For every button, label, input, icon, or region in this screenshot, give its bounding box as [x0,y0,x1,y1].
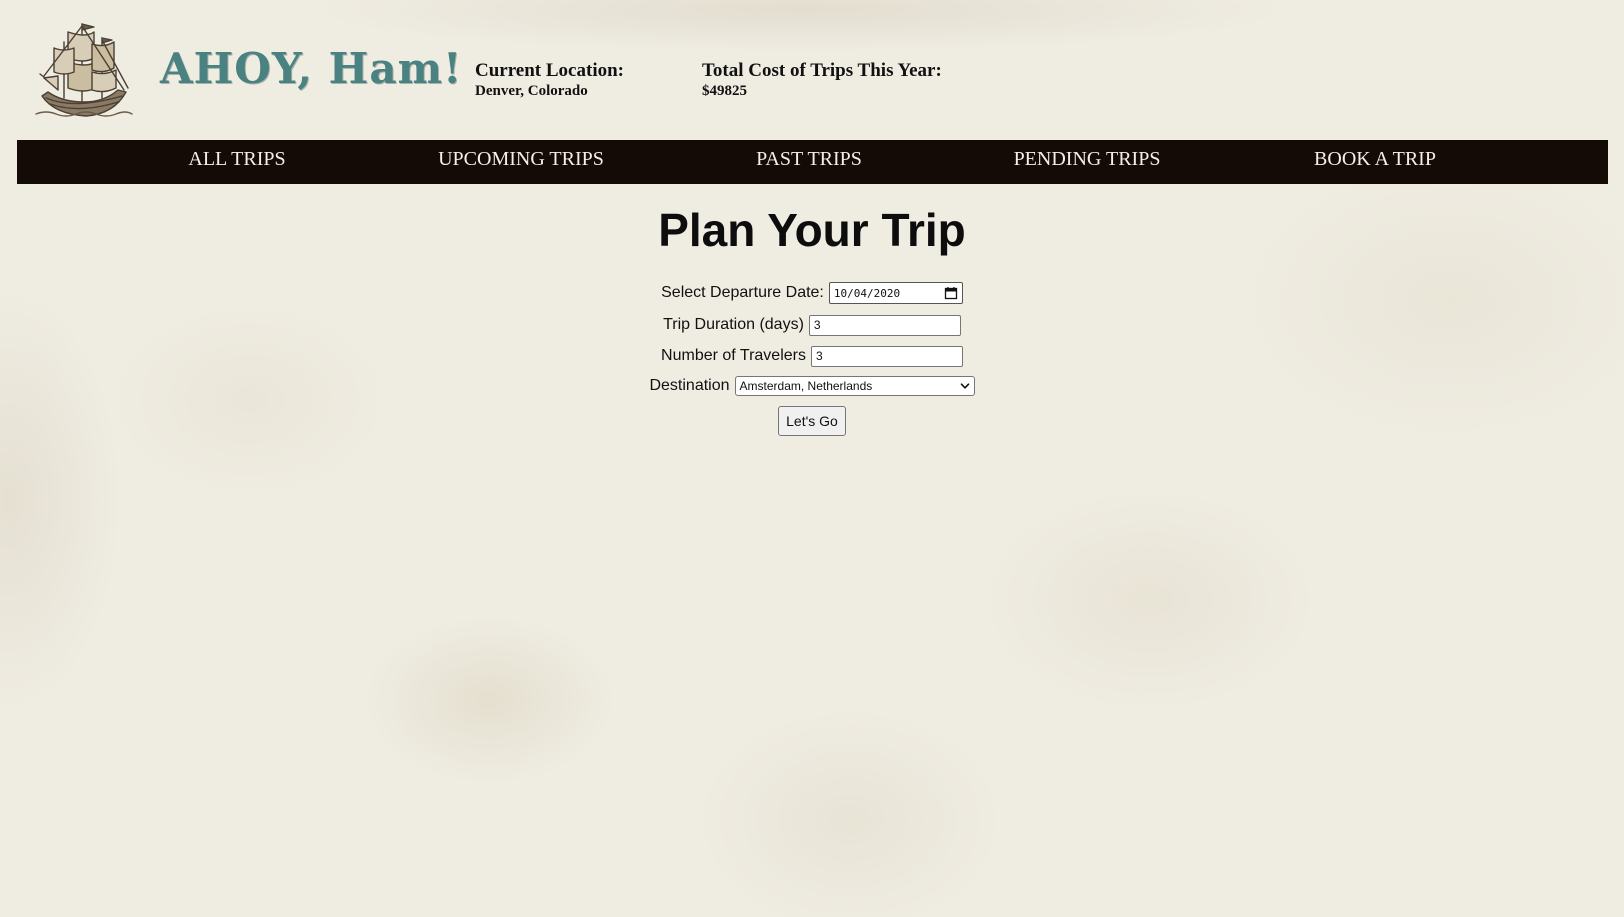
nav-book-a-trip[interactable]: BOOK A TRIP [1314,140,1436,184]
brand-title: AHOY, Ham! [160,44,463,93]
destination-selected-value: Amsterdam, Netherlands [739,379,873,393]
destination-row: Destination Amsterdam, Netherlands [0,375,1624,397]
submit-row: Let's Go [0,406,1624,436]
travelers-input[interactable] [810,345,963,367]
location-label: Current Location: [475,60,624,81]
location-value: Denver, Colorado [475,83,588,99]
destination-label: Destination [649,377,730,394]
departure-date-value: 10/04/2020 [833,286,901,300]
nav-past-trips[interactable]: PAST TRIPS [756,140,862,184]
travelers-row: Number of Travelers [0,345,1624,367]
departure-date-label: Select Departure Date: [661,284,824,301]
main-nav: ALL TRIPS UPCOMING TRIPS PAST TRIPS PEND… [17,140,1608,184]
trip-duration-row: Trip Duration (days) [0,314,1624,336]
trip-duration-input[interactable] [808,314,961,336]
current-location: Current Location: Denver, Colorado [475,60,624,100]
cost-label: Total Cost of Trips This Year: [702,60,942,81]
page-title: Plan Your Trip [658,204,966,256]
lets-go-button[interactable]: Let's Go [778,406,846,436]
sailing-ship-icon [35,23,133,117]
nav-pending-trips[interactable]: PENDING TRIPS [1014,140,1161,184]
departure-date-row: Select Departure Date: 10/04/2020 [0,281,1624,305]
header: AHOY, Ham! Current Location: Denver, Col… [0,0,1624,140]
calendar-icon[interactable] [944,286,958,300]
nav-upcoming-trips[interactable]: UPCOMING TRIPS [438,140,604,184]
nav-all-trips[interactable]: ALL TRIPS [188,140,285,184]
chevron-down-icon [960,383,969,389]
destination-select[interactable]: Amsterdam, Netherlands [734,376,975,396]
travelers-label: Number of Travelers [661,347,806,364]
departure-date-input[interactable]: 10/04/2020 [828,282,963,304]
total-cost: Total Cost of Trips This Year: $49825 [702,60,942,100]
trip-duration-label: Trip Duration (days) [663,316,804,333]
cost-value: $49825 [702,83,747,99]
